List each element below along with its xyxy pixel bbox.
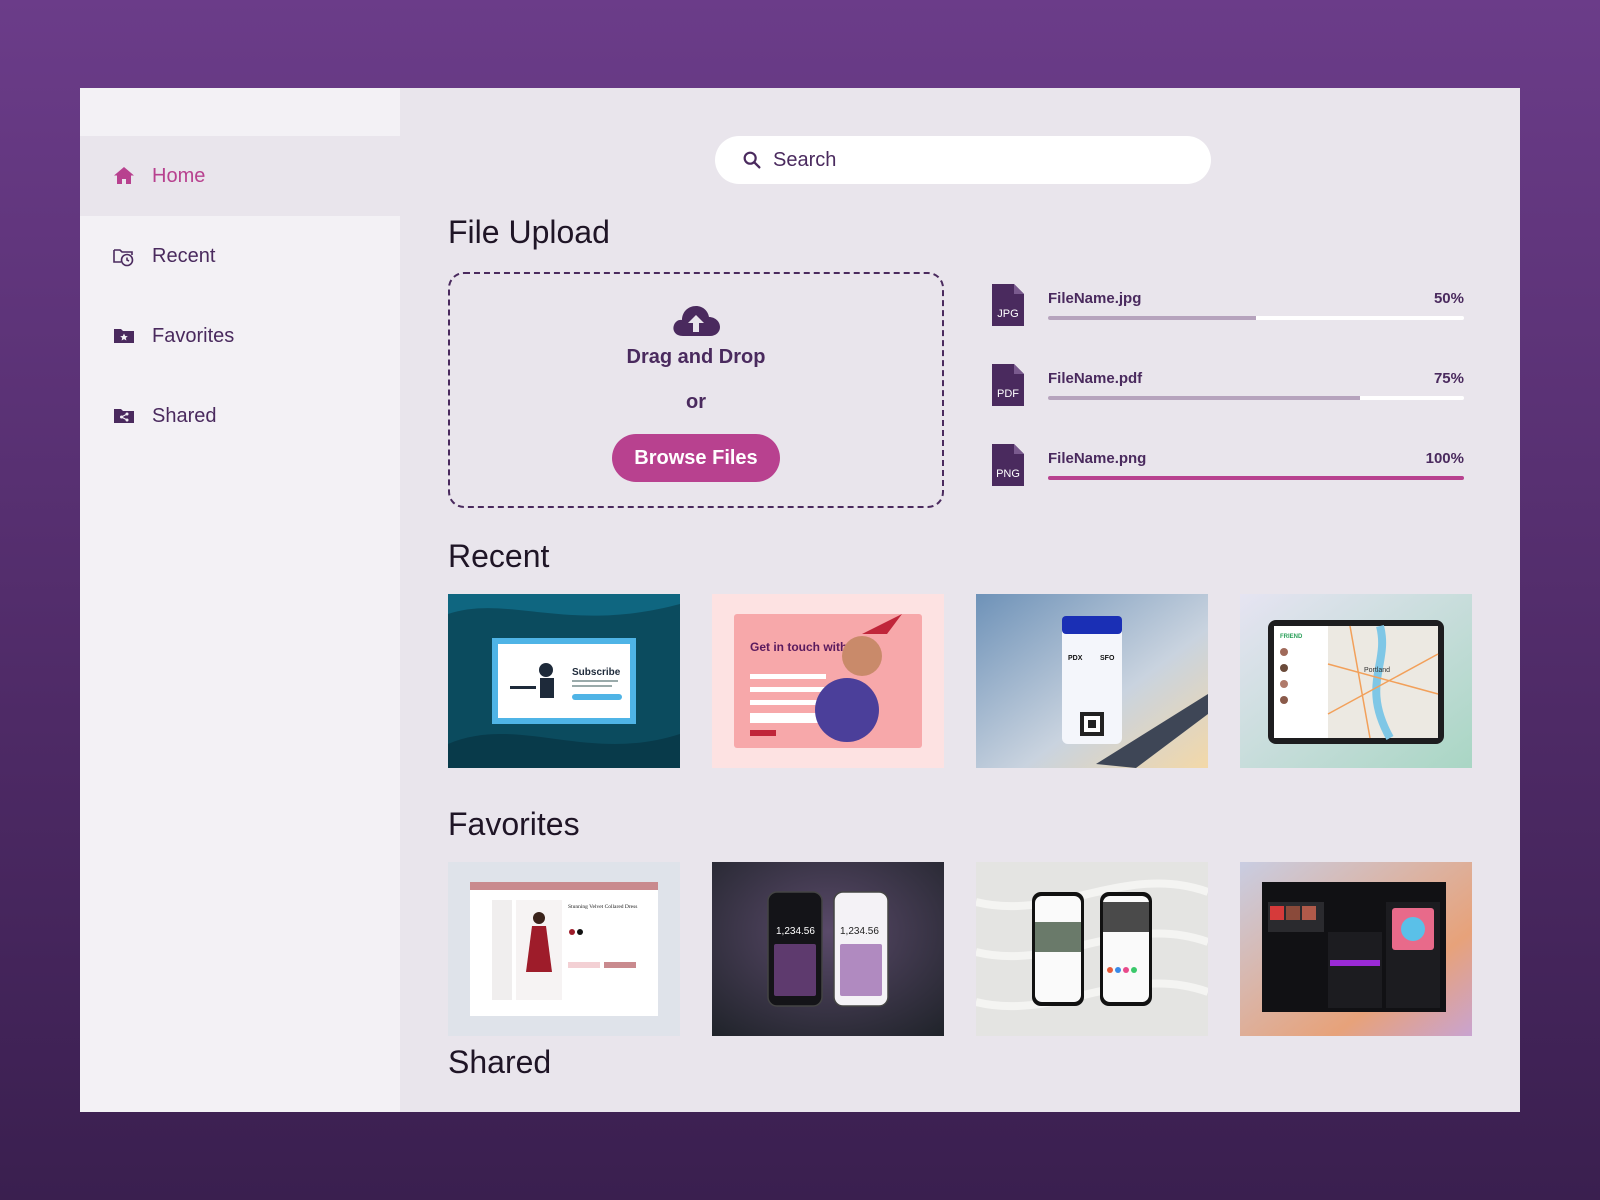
svg-text:Stunning Velvet Collared Dress: Stunning Velvet Collared Dress — [568, 904, 637, 910]
file-percent: 50% — [1433, 290, 1464, 307]
svg-text:1,234.56: 1,234.56 — [776, 926, 815, 937]
svg-text:PNG: PNG — [996, 468, 1020, 480]
jpg-file-icon: JPG — [992, 284, 1024, 326]
svg-text:1,234.56: 1,234.56 — [840, 926, 879, 937]
favorites-section-title: Favorites — [448, 806, 580, 842]
file-name: FileName.png — [1048, 450, 1147, 467]
favorite-thumb-calculator[interactable]: 1,234.56 1,234.56 — [712, 862, 944, 1036]
progress-track — [1048, 396, 1464, 400]
file-name: FileName.jpg — [1048, 290, 1142, 307]
progress-track — [1048, 316, 1464, 320]
recent-thumb-boarding-pass[interactable]: PDX SFO — [976, 594, 1208, 768]
svg-text:PDX: PDX — [1068, 655, 1083, 662]
search-bar[interactable] — [715, 136, 1211, 184]
favorite-thumb-music-app[interactable] — [1240, 862, 1472, 1036]
search-icon — [743, 151, 761, 169]
favorites-thumbnails: Stunning Velvet Collared Dress 1,234.56 … — [448, 862, 1472, 1036]
pdf-file-icon: PDF — [992, 364, 1024, 406]
favorite-folder-icon — [112, 324, 136, 348]
cloud-upload-icon — [673, 306, 720, 336]
app-window: Home Recent Favorites Shared Search File… — [80, 88, 1520, 1112]
file-row-pdf: PDF FileName.pdf 75% — [992, 364, 1464, 408]
recent-section-title: Recent — [448, 538, 550, 574]
sidebar-item-shared[interactable]: Shared — [80, 376, 400, 456]
file-name: FileName.pdf — [1048, 370, 1143, 387]
sidebar-item-label: Shared — [152, 404, 217, 427]
search-input[interactable] — [773, 148, 1173, 172]
file-row-jpg: JPG FileName.jpg 50% — [992, 284, 1464, 328]
sidebar-item-label: Favorites — [152, 324, 235, 347]
png-file-icon: PNG — [992, 444, 1024, 486]
svg-text:FRIEND: FRIEND — [1280, 634, 1303, 640]
sidebar-item-label: Recent — [152, 244, 216, 267]
drag-drop-label: Drag and Drop — [626, 346, 766, 368]
main-content: File Upload Drag and Drop or Browse File… — [400, 88, 1520, 1112]
recent-thumbnails: Subscribe Get in touch with us! PDX SFO … — [448, 594, 1472, 768]
sidebar-item-recent[interactable]: Recent — [80, 216, 400, 296]
svg-text:PDF: PDF — [997, 388, 1019, 400]
shared-section-title: Shared — [448, 1044, 552, 1080]
or-label: or — [686, 391, 706, 413]
progress-track — [1048, 476, 1464, 480]
recent-thumb-map[interactable]: FRIEND Portland — [1240, 594, 1472, 768]
drop-zone[interactable]: Drag and Drop or Browse Files — [448, 272, 944, 508]
svg-text:SFO: SFO — [1100, 655, 1115, 662]
progress-fill — [1048, 476, 1464, 480]
sidebar: Home Recent Favorites Shared — [80, 88, 400, 1112]
file-percent: 75% — [1433, 370, 1464, 387]
file-row-png: PNG FileName.png 100% — [992, 444, 1464, 488]
favorite-thumb-social-app[interactable] — [976, 862, 1208, 1036]
svg-text:JPG: JPG — [997, 308, 1018, 320]
favorite-thumb-shop[interactable]: Stunning Velvet Collared Dress — [448, 862, 680, 1036]
sidebar-item-home[interactable]: Home — [80, 136, 400, 216]
sidebar-item-label: Home — [152, 164, 206, 187]
home-icon — [112, 164, 136, 188]
svg-text:Portland: Portland — [1364, 667, 1390, 674]
file-upload-title: File Upload — [448, 214, 610, 250]
progress-fill — [1048, 316, 1256, 320]
browse-files-button[interactable]: Browse Files — [612, 434, 780, 482]
recent-thumb-contact[interactable]: Get in touch with us! — [712, 594, 944, 768]
svg-text:Subscribe: Subscribe — [572, 667, 621, 678]
sidebar-item-favorites[interactable]: Favorites — [80, 296, 400, 376]
file-percent: 100% — [1425, 450, 1464, 467]
recent-folder-icon — [112, 244, 136, 268]
progress-fill — [1048, 396, 1360, 400]
shared-folder-icon — [112, 404, 136, 428]
recent-thumb-subscribe[interactable]: Subscribe — [448, 594, 680, 768]
